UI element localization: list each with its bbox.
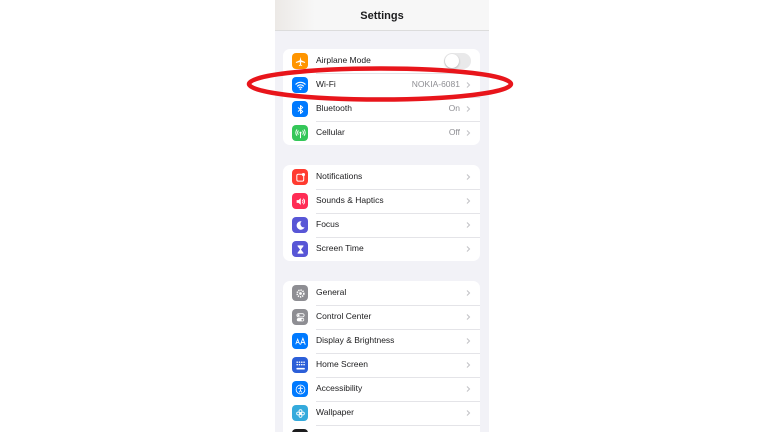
row-separator: [316, 189, 480, 190]
settings-row-home-screen[interactable]: Home Screen: [283, 353, 480, 377]
page-title: Settings: [360, 10, 404, 22]
cellular-icon: [292, 125, 308, 141]
settings-row-cellular[interactable]: Cellular Off: [283, 121, 480, 145]
settings-screen: Settings Airplane Mode Wi-Fi NOKIA-6081: [275, 0, 489, 432]
settings-row-partial: [283, 425, 480, 432]
settings-row-wallpaper[interactable]: Wallpaper: [283, 401, 480, 425]
chevron-right-icon: [466, 246, 471, 252]
settings-row-label: Display & Brightness: [316, 335, 395, 345]
settings-row-label: Screen Time: [316, 243, 364, 253]
settings-row-label: Bluetooth: [316, 103, 352, 113]
settings-row-screen-time[interactable]: Screen Time: [283, 237, 480, 261]
text-size-icon: [292, 333, 308, 349]
chevron-right-icon: [466, 174, 471, 180]
row-separator: [316, 97, 480, 98]
settings-row-label: Wallpaper: [316, 407, 354, 417]
airplane-icon: [292, 53, 308, 69]
chevron-right-icon: [466, 386, 471, 392]
row-separator: [316, 121, 480, 122]
settings-row-accessibility[interactable]: Accessibility: [283, 377, 480, 401]
row-separator: [316, 305, 480, 306]
chevron-right-icon: [466, 290, 471, 296]
hourglass-icon: [292, 241, 308, 257]
wifi-network-name: NOKIA-6081: [411, 79, 460, 89]
chevron-right-icon: [466, 82, 471, 88]
settings-row-bluetooth[interactable]: Bluetooth On: [283, 97, 480, 121]
settings-row-notifications[interactable]: Notifications: [283, 165, 480, 189]
chevron-right-icon: [466, 222, 471, 228]
cellular-status: Off: [448, 127, 460, 137]
settings-row-control-center[interactable]: Control Center: [283, 305, 480, 329]
accessibility-icon: [292, 381, 308, 397]
settings-row-sounds-haptics[interactable]: Sounds & Haptics: [283, 189, 480, 213]
settings-row-label: Focus: [316, 219, 340, 229]
row-separator: [316, 213, 480, 214]
settings-row-wifi[interactable]: Wi-Fi NOKIA-6081: [283, 73, 480, 97]
settings-row-label: Cellular: [316, 127, 345, 137]
settings-row-label: Control Center: [316, 311, 372, 321]
row-separator: [316, 329, 480, 330]
settings-row-label: Home Screen: [316, 359, 368, 369]
settings-row-airplane-mode[interactable]: Airplane Mode: [283, 49, 480, 73]
settings-group-notifications: Notifications Sounds & Haptics Focus Scr…: [283, 165, 480, 261]
settings-row-label: General: [316, 287, 347, 297]
notifications-icon: [292, 169, 308, 185]
flower-icon: [292, 405, 308, 421]
settings-group-general: General Control Center Display & Brightn…: [283, 281, 480, 432]
row-separator: [316, 425, 480, 426]
gear-icon: [292, 285, 308, 301]
bluetooth-icon: [292, 101, 308, 117]
chevron-right-icon: [466, 362, 471, 368]
settings-row-label: Sounds & Haptics: [316, 195, 384, 205]
speaker-icon: [292, 193, 308, 209]
chevron-right-icon: [466, 338, 471, 344]
app-grid-icon: [292, 357, 308, 373]
navigation-bar: Settings: [275, 0, 489, 31]
row-separator: [316, 73, 480, 74]
row-separator: [316, 377, 480, 378]
toggle-knob: [445, 54, 459, 68]
chevron-right-icon: [466, 410, 471, 416]
chevron-right-icon: [466, 106, 471, 112]
chevron-right-icon: [466, 314, 471, 320]
settings-row-general[interactable]: General: [283, 281, 480, 305]
settings-row-display-brightness[interactable]: Display & Brightness: [283, 329, 480, 353]
switches-icon: [292, 309, 308, 325]
airplane-mode-toggle[interactable]: [444, 53, 471, 69]
chevron-right-icon: [466, 198, 471, 204]
settings-row-label: Wi-Fi: [316, 79, 336, 89]
row-separator: [316, 401, 480, 402]
moon-icon: [292, 217, 308, 233]
row-separator: [316, 353, 480, 354]
row-separator: [316, 237, 480, 238]
settings-row-label: Airplane Mode: [316, 55, 371, 65]
chevron-right-icon: [466, 130, 471, 136]
settings-row-label: Notifications: [316, 171, 363, 181]
settings-row-focus[interactable]: Focus: [283, 213, 480, 237]
bluetooth-status: On: [448, 103, 460, 113]
wifi-icon: [292, 77, 308, 93]
settings-group-connectivity: Airplane Mode Wi-Fi NOKIA-6081 Bluetooth…: [283, 49, 480, 145]
settings-row-label: Accessibility: [316, 383, 363, 393]
